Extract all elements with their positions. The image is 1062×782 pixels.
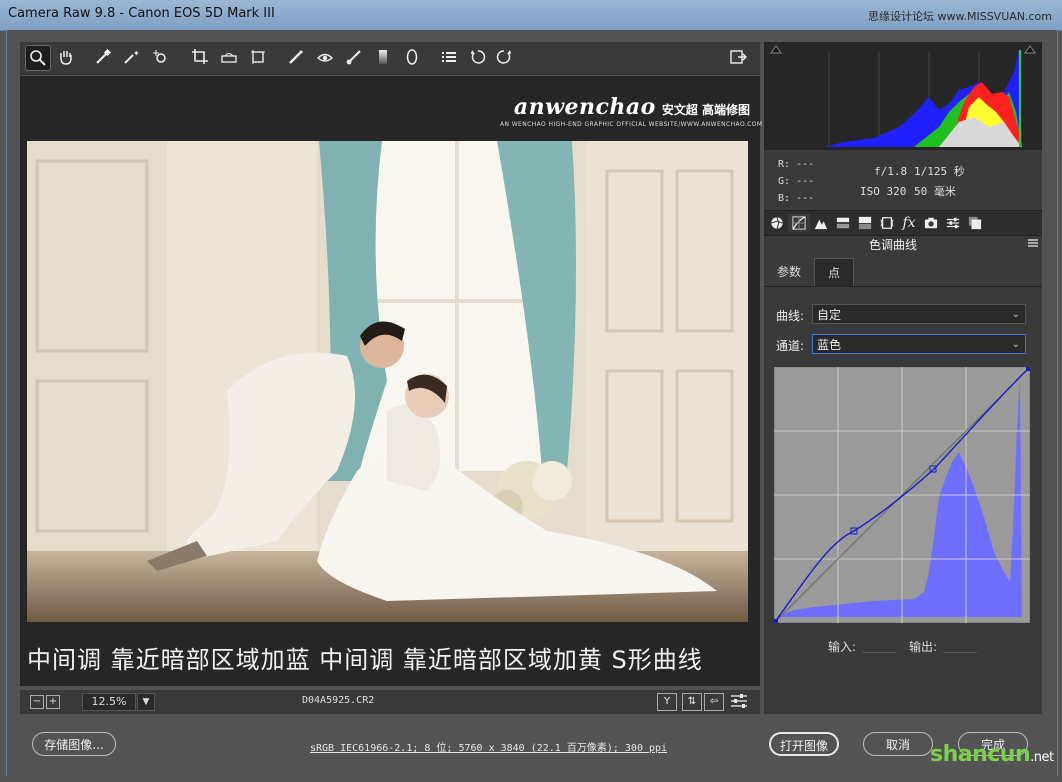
preferences-icon[interactable] (437, 45, 461, 69)
panel-tabs: fx (764, 210, 1042, 236)
histogram-graph (824, 50, 1022, 147)
effects-icon[interactable]: fx (898, 214, 920, 232)
photo-illustration (27, 141, 748, 622)
site-mark-suffix: .net (1030, 750, 1054, 765)
transform-icon[interactable] (246, 45, 270, 69)
white-balance-icon[interactable] (91, 45, 115, 69)
cancel-button[interactable]: 取消 (863, 732, 933, 756)
channel-value: 蓝色 (817, 338, 842, 352)
curve-subtabs: 参数 点 (764, 258, 1042, 287)
sliders-icon (731, 694, 747, 708)
save-image-button[interactable]: 存储图像... (32, 732, 116, 756)
chevron-down-icon: ⌄ (1011, 339, 1020, 350)
tone-curve-graph[interactable] (773, 366, 1031, 624)
brand-chinese: 安文超 高端修图 (661, 103, 750, 117)
swap-settings-button[interactable]: ⇅ (682, 693, 702, 711)
output-value-field[interactable] (943, 652, 977, 653)
color-sampler-icon[interactable]: ✦ (119, 45, 143, 69)
graduated-filter-icon[interactable] (371, 45, 395, 69)
hsl-icon[interactable] (832, 214, 854, 232)
basic-icon[interactable] (766, 214, 788, 232)
open-image-button[interactable]: 打开图像 (769, 732, 839, 756)
curve-label: 曲线: (776, 309, 805, 323)
split-toning-icon[interactable] (854, 214, 876, 232)
crop-icon[interactable] (188, 45, 212, 69)
blue-readout: B: --- (778, 193, 815, 204)
workflow-options-link[interactable]: sRGB IEC61966-2.1; 8 位; 5760 x 3840 (22.… (310, 739, 667, 754)
zoom-level-field[interactable]: 12.5% (82, 693, 136, 711)
iso-value: ISO 320 (860, 185, 907, 198)
before-after-toggle-button[interactable]: Y (657, 693, 677, 711)
histogram (764, 42, 1042, 150)
input-value-field[interactable] (862, 652, 896, 653)
output-label: 输出: (909, 640, 938, 654)
curve-endpoint[interactable] (774, 619, 778, 623)
brand-tagline: AN WENCHAO HIGH-END GRAPHIC OFFICIAL WEB… (500, 121, 763, 128)
rotate-cw-icon[interactable] (492, 45, 516, 69)
shutter-value: 1/125 秒 (914, 165, 965, 178)
rotate-ccw-icon[interactable] (466, 45, 490, 69)
curve-endpoint[interactable] (1026, 367, 1030, 371)
red-eye-icon[interactable] (313, 45, 337, 69)
brand-name: anwenchao (513, 94, 656, 120)
presets-icon[interactable] (942, 214, 964, 232)
wedding-photo (27, 141, 748, 622)
panel-title: 色调曲线 (868, 238, 917, 252)
zoom-icon[interactable] (25, 45, 51, 71)
detail-icon[interactable] (810, 214, 832, 232)
straighten-icon[interactable] (217, 45, 241, 69)
channel-label: 通道: (776, 339, 805, 353)
radial-filter-icon[interactable] (400, 45, 424, 69)
lens-corrections-icon[interactable] (876, 214, 898, 232)
zoom-dropdown-button[interactable]: ▼ (137, 693, 155, 711)
title-bar: Camera Raw 9.8 - Canon EOS 5D Mark III 思… (0, 0, 1062, 31)
window-title: Camera Raw 9.8 - Canon EOS 5D Mark III (8, 6, 275, 21)
camera-calibration-icon[interactable] (920, 214, 942, 232)
tab-parametric[interactable]: 参数 (764, 258, 814, 286)
site-watermark: 思缘设计论坛 www.MISSVUAN.com (868, 10, 1052, 23)
tone-curve-editor[interactable] (773, 366, 1031, 624)
channel-select[interactable]: 蓝色 ⌄ (812, 334, 1026, 354)
site-watermark-logo: shancun.net (930, 742, 1054, 767)
adjustment-brush-icon[interactable] (342, 45, 366, 69)
site-mark-name: shancun (930, 742, 1031, 767)
swap-icon: ⇅ (687, 696, 697, 707)
curve-preset-select[interactable]: 自定 ⌄ (812, 304, 1026, 324)
input-label: 输入: (828, 640, 857, 654)
copy-settings-button[interactable]: ⇦ (704, 693, 724, 711)
targeted-adjust-icon[interactable] (148, 45, 172, 69)
chevron-down-icon: ⌄ (1011, 309, 1020, 320)
zoom-out-button[interactable]: − (30, 695, 44, 709)
snapshots-icon[interactable] (964, 214, 986, 232)
fullscreen-icon[interactable] (726, 45, 750, 69)
rgb-readout: R: --- G: --- B: --- (778, 156, 814, 207)
green-readout: G: --- (778, 176, 815, 187)
curve-preset-value: 自定 (817, 308, 842, 322)
spot-removal-icon[interactable] (284, 45, 308, 69)
red-readout: R: --- (778, 159, 815, 170)
brand-logo: anwenchao 安文超 高端修图 AN WENCHAO HIGH-END GR… (500, 94, 763, 134)
hand-icon[interactable] (54, 45, 78, 69)
file-name: D04A5925.CR2 (302, 695, 375, 706)
aperture-value: f/1.8 (874, 165, 908, 178)
view-settings-button[interactable] (730, 693, 748, 709)
focal-length-value: 50 毫米 (914, 185, 956, 198)
copy-arrow-icon: ⇦ (709, 696, 719, 707)
tutorial-caption: 中间调 靠近暗部区域加蓝 中间调 靠近暗部区域加黄 S形曲线 (27, 646, 703, 674)
zoom-in-button[interactable]: + (46, 695, 60, 709)
tone-curve-icon[interactable] (788, 214, 810, 232)
chevron-down-icon: ▼ (142, 697, 150, 707)
panel-menu-icon[interactable] (1028, 238, 1038, 248)
exif-info: f/1.8 1/125 秒 ISO 320 50 毫米 (860, 162, 965, 202)
svg-text:✦: ✦ (133, 49, 140, 58)
preview-statusbar: − + 12.5% ▼ D04A5925.CR2 Y ⇅ ⇦ (20, 690, 760, 714)
toolbar: ✦ (20, 42, 760, 75)
tab-point[interactable]: 点 (814, 258, 854, 286)
